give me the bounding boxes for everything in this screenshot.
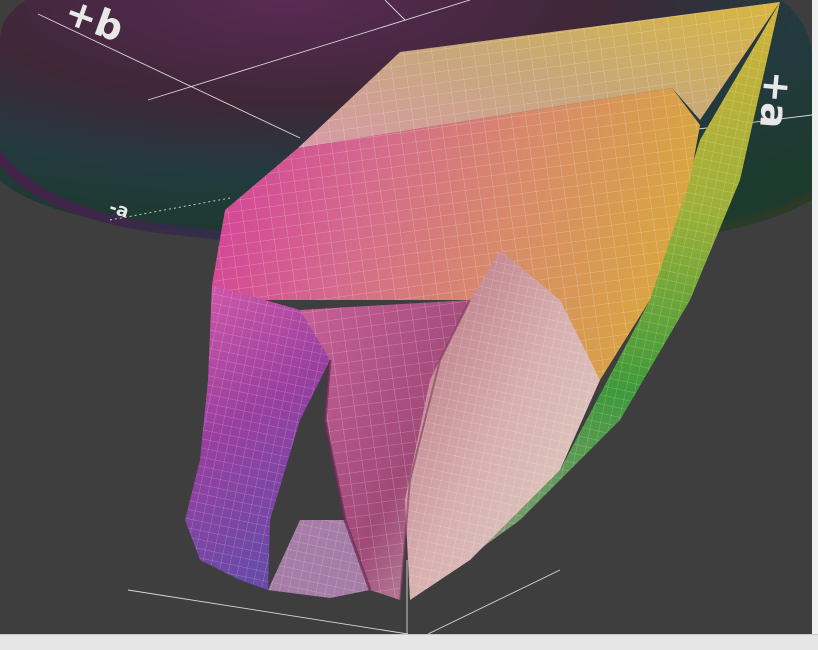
gamut-plot: +b +a -a xyxy=(0,0,812,634)
window-frame-bottom xyxy=(0,634,818,650)
window-frame-right xyxy=(812,0,818,649)
gamut-3d-viewport[interactable]: +b +a -a xyxy=(0,0,813,635)
